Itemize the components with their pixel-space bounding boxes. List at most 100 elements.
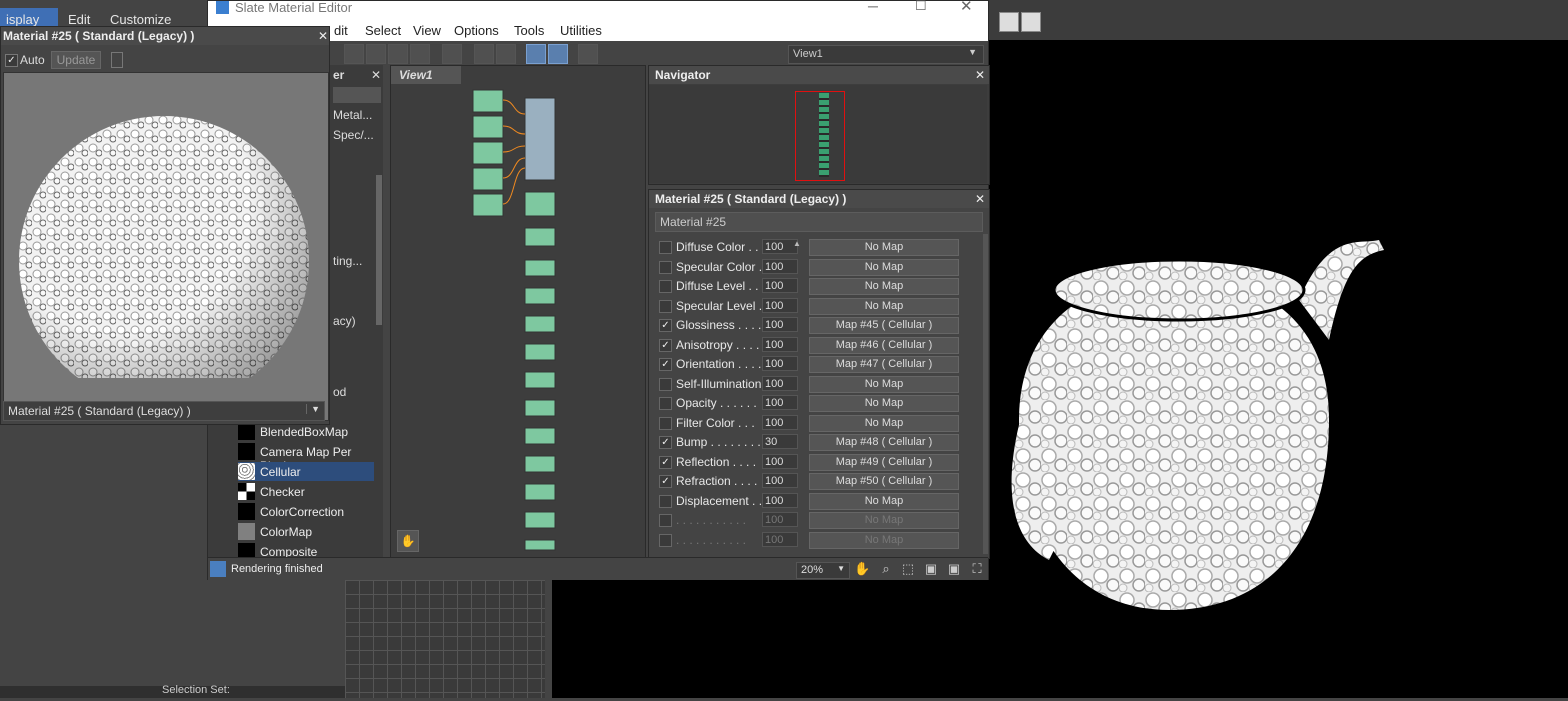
spinner-icon[interactable]: ▲	[793, 239, 801, 248]
close-button[interactable]: ✕	[960, 0, 973, 15]
browser-close-icon[interactable]: ✕	[371, 68, 381, 82]
map-enable-checkbox[interactable]	[659, 260, 672, 274]
map-row-self-illumination[interactable]: Self-Illumination . 100 No Map	[659, 375, 959, 394]
tab-view1[interactable]: View1	[391, 66, 461, 84]
map-amount-field[interactable]: 100	[762, 414, 798, 430]
map-button[interactable]: Map #49 ( Cellular )	[809, 453, 959, 471]
maximize-button[interactable]: ☐	[915, 0, 927, 14]
browser-item-cellular[interactable]: Cellular	[238, 462, 374, 481]
slate-title-bar[interactable]: Slate Material Editor ─ ☐ ✕	[208, 0, 988, 17]
browser-scrollbar[interactable]	[376, 175, 382, 325]
map-enable-checkbox[interactable]: ✓	[659, 475, 672, 488]
map-row-filter-color[interactable]: Filter Color . . . 100 No Map	[659, 414, 959, 433]
menu-edit[interactable]: Edit	[68, 12, 90, 27]
navigator-panel[interactable]: Navigator ✕	[648, 65, 990, 185]
map-button[interactable]: No Map	[809, 297, 959, 315]
map-enable-checkbox[interactable]	[659, 377, 672, 391]
material-panel-close-icon[interactable]: ✕	[975, 192, 985, 206]
map-button[interactable]: No Map	[809, 258, 959, 276]
top-viewport-grid[interactable]	[345, 580, 545, 698]
map-enable-checkbox[interactable]	[659, 241, 672, 254]
menu-customize[interactable]: Customize	[110, 12, 171, 27]
parameter-editor-icon[interactable]	[548, 44, 568, 64]
hand-icon-button[interactable]: ✋	[397, 530, 419, 552]
map-button[interactable]: No Map	[809, 414, 959, 432]
maximize-viewport-icon[interactable]: ⛶	[969, 561, 985, 577]
map-button[interactable]: Map #48 ( Cellular )	[809, 434, 959, 451]
material-name-field[interactable]: Material #25	[655, 212, 983, 232]
map-row-diffuse-color[interactable]: Diffuse Color . . . 100 ▲ No Map	[659, 238, 959, 257]
menu-options[interactable]: Options	[454, 23, 499, 38]
layout-children-icon[interactable]	[496, 44, 516, 64]
preview-close-icon[interactable]: ✕	[318, 29, 328, 43]
view-dropdown[interactable]: View1 ▼	[788, 45, 984, 64]
map-amount-field[interactable]: 100	[762, 395, 798, 410]
zoom-dropdown[interactable]: 20% ▼	[796, 562, 850, 579]
map-row-reflection[interactable]: ✓ Reflection . . . . 100 Map #49 ( Cellular…	[659, 453, 959, 472]
material-node-options-icon[interactable]	[526, 44, 546, 64]
checker-icon[interactable]	[410, 44, 430, 64]
map-amount-field[interactable]: 100	[762, 258, 798, 274]
menu-edit[interactable]: dit	[334, 23, 348, 38]
navigator-close-icon[interactable]: ✕	[975, 68, 985, 82]
map-amount-field[interactable]: 100	[762, 336, 798, 352]
map-row-displacement[interactable]: Displacement . . . 100 No Map	[659, 492, 959, 511]
map-amount-field[interactable]: 100	[762, 317, 798, 332]
render-setup-icon[interactable]	[1021, 12, 1041, 32]
map-amount-field[interactable]: 100	[762, 375, 798, 391]
material-preview-window[interactable]: Material #25 ( Standard (Legacy) ) ✕ ✓ A…	[0, 26, 330, 425]
map-amount-field[interactable]: 100	[762, 453, 798, 469]
map-button[interactable]: No Map	[809, 375, 959, 393]
map-button[interactable]: Map #50 ( Cellular )	[809, 473, 959, 490]
pan-hand-icon[interactable]: ✋	[854, 561, 870, 577]
map-row-orientation[interactable]: ✓ Orientation . . . . 100 Map #47 ( Cellula…	[659, 355, 959, 374]
map-enable-checkbox[interactable]	[659, 416, 672, 430]
map-amount-field[interactable]: 100	[762, 492, 798, 508]
zoom-region-icon[interactable]: ⬚	[900, 561, 916, 577]
minimize-button[interactable]: ─	[868, 0, 878, 14]
map-enable-checkbox[interactable]	[659, 280, 672, 293]
map-enable-checkbox[interactable]: ✓	[659, 358, 672, 371]
map-enable-checkbox[interactable]	[659, 494, 672, 508]
maps-scrollbar[interactable]	[983, 234, 988, 554]
lock-icon[interactable]	[366, 44, 386, 64]
select-by-material-icon[interactable]	[578, 44, 598, 64]
map-row-diffuse-level[interactable]: Diffuse Level . . . 100 No Map	[659, 277, 959, 296]
zero-icon[interactable]	[442, 44, 462, 64]
map-row-anisotropy[interactable]: ✓ Anisotropy . . . . 100 Map #46 ( Cellular…	[659, 336, 959, 355]
layout-icon[interactable]	[344, 44, 364, 64]
map-row-bump[interactable]: ✓ Bump . . . . . . . . 30 Map #48 ( Cellula…	[659, 433, 959, 452]
map-row-refraction[interactable]: ✓ Refraction . . . . 100 Map #50 ( Cellular…	[659, 472, 959, 491]
map-enable-checkbox[interactable]	[659, 299, 672, 313]
material-parameter-editor[interactable]: Material #25 ( Standard (Legacy) ) ✕ Mate…	[648, 189, 990, 559]
map-enable-checkbox[interactable]: ✓	[659, 436, 672, 449]
perspective-viewport[interactable]	[989, 40, 1568, 698]
map-amount-field[interactable]: 100	[762, 297, 798, 313]
map-button[interactable]: No Map	[809, 278, 959, 295]
auto-checkbox[interactable]: ✓	[5, 54, 18, 67]
arrange-icon[interactable]	[474, 44, 494, 64]
update-button[interactable]: Update	[51, 51, 101, 69]
map-button[interactable]: No Map	[809, 239, 959, 256]
map-row-glossiness[interactable]: ✓ Glossiness . . . . 100 Map #45 ( Cellular…	[659, 316, 959, 335]
map-enable-checkbox[interactable]: ✓	[659, 338, 672, 352]
render-frame-icon[interactable]	[999, 12, 1019, 32]
browser-item-checker[interactable]: Checker	[238, 482, 374, 501]
preview-title-bar[interactable]: Material #25 ( Standard (Legacy) ) ✕	[1, 27, 329, 45]
menu-tools[interactable]: Tools	[514, 23, 544, 38]
browser-item-colormap[interactable]: ColorMap	[238, 522, 374, 541]
zoom-extents-icon[interactable]: ▣	[923, 561, 939, 577]
map-amount-field[interactable]: 30	[762, 434, 798, 449]
map-amount-field[interactable]: 100	[762, 278, 798, 293]
map-row-specular-color[interactable]: Specular Color . 100 No Map	[659, 258, 959, 277]
zoom-icon[interactable]: ⌕	[878, 561, 894, 577]
map-amount-field[interactable]: 100	[762, 473, 798, 488]
map-button[interactable]: Map #47 ( Cellular )	[809, 356, 959, 373]
map-button[interactable]: No Map	[809, 492, 959, 510]
pin-icon[interactable]	[111, 52, 123, 68]
menu-display[interactable]: isplay	[6, 12, 39, 27]
menu-view[interactable]: View	[413, 23, 441, 38]
map-button[interactable]: No Map	[809, 395, 959, 412]
navigator-preview[interactable]	[649, 85, 987, 183]
node-view-panel[interactable]: View1 ✋	[390, 65, 646, 559]
